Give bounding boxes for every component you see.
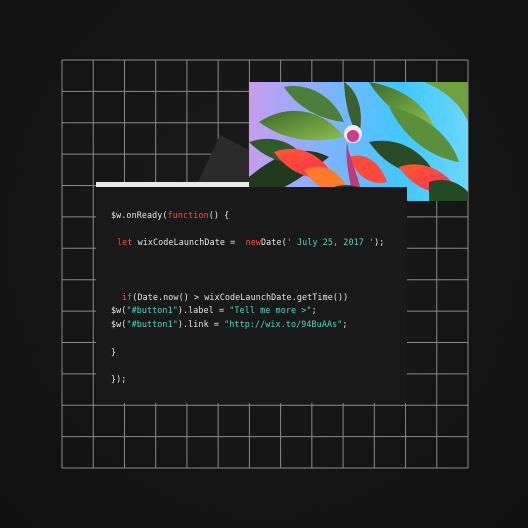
code-line: if(Date.now() > wixCodeLaunchDate.getTim…: [122, 292, 349, 302]
code-line: });: [111, 374, 127, 384]
stage: $w.onReady(function() { let wixCodeLaunc…: [0, 0, 528, 528]
shadow-shape: [198, 135, 249, 182]
code-line: $w("#button1").label = "Tell me more >";: [111, 305, 317, 315]
code-line: }: [111, 347, 117, 357]
tropical-leaves-photo: [249, 82, 468, 201]
code-line: $w.onReady(function() {: [111, 210, 230, 220]
code-line: $w("#button1").link = "http://wix.to/94B…: [111, 319, 348, 329]
code-panel: $w.onReady(function() { let wixCodeLaunc…: [96, 187, 407, 403]
code-line: let wixCodeLaunchDate = newDate(' July 2…: [117, 237, 385, 247]
